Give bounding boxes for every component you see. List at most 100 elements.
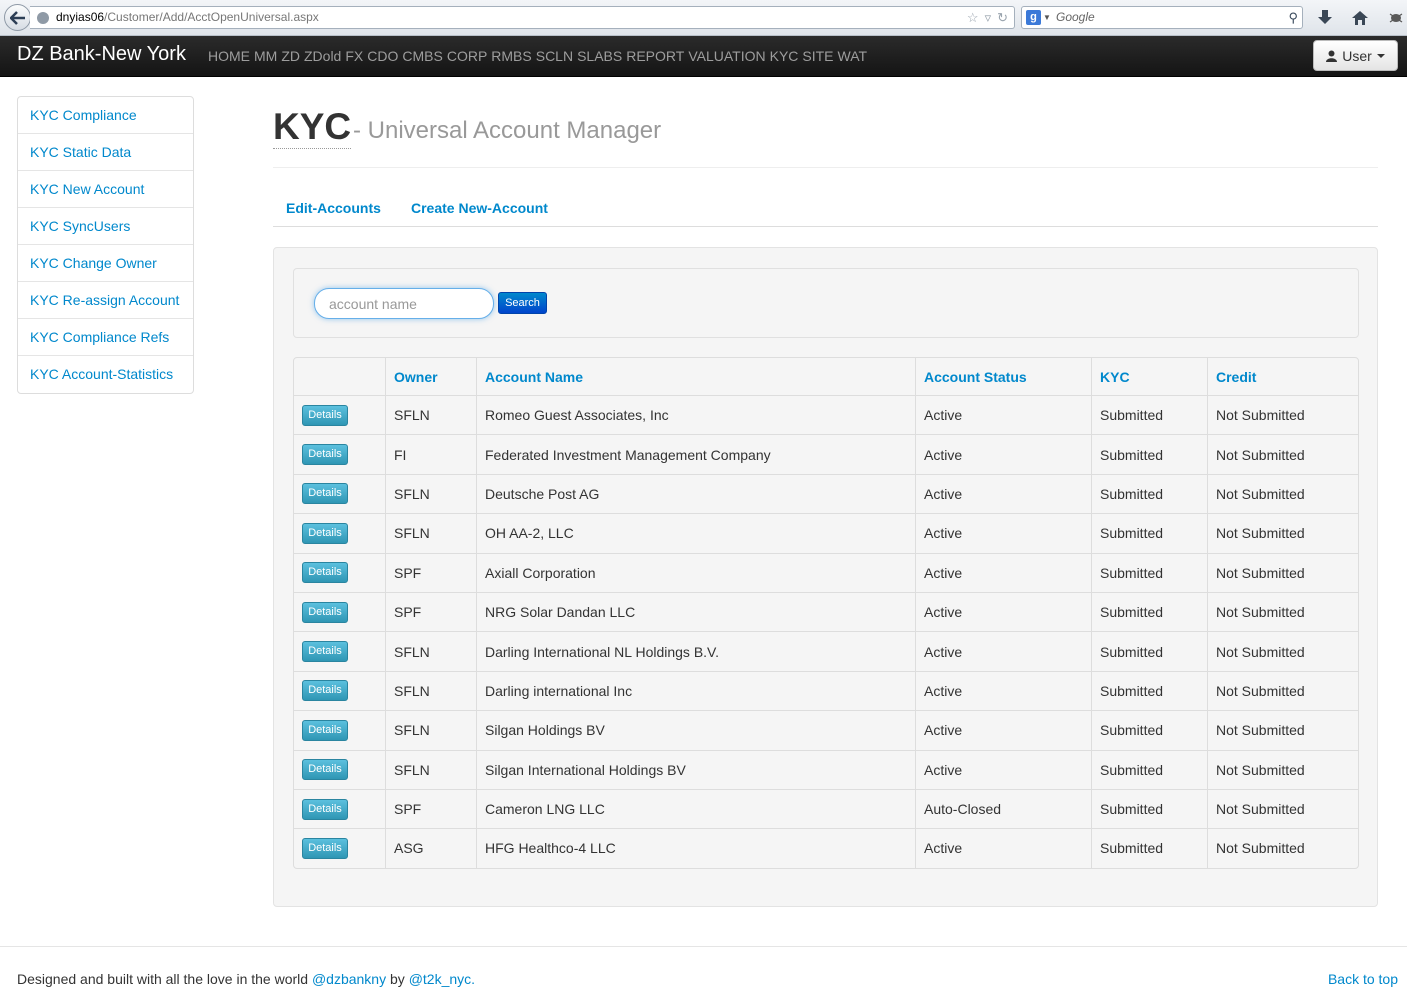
table-row: Details SPF Cameron LNG LLC Auto-Closed Subm… bbox=[294, 788, 1358, 829]
details-button[interactable]: Details bbox=[302, 562, 348, 584]
credit-status-cell: Not Submitted bbox=[1207, 473, 1358, 514]
details-button[interactable]: Details bbox=[302, 444, 348, 466]
nav-link-site[interactable]: SITE bbox=[802, 48, 833, 64]
nav-link-zdold[interactable]: ZDold bbox=[304, 48, 341, 64]
column-header-account-status[interactable]: Account Status bbox=[915, 358, 1091, 395]
details-button[interactable]: Details bbox=[302, 759, 348, 781]
kyc-status-cell: Submitted bbox=[1091, 749, 1207, 789]
brand-title[interactable]: DZ Bank-New York bbox=[17, 43, 186, 66]
sidebar-item-kyc-change-owner[interactable]: KYC Change Owner bbox=[18, 245, 193, 282]
account-name-cell: OH AA-2, LLC bbox=[476, 513, 915, 553]
nav-link-home[interactable]: HOME bbox=[208, 48, 250, 64]
back-arrow-icon[interactable] bbox=[4, 4, 31, 31]
nav-link-corp[interactable]: CORP bbox=[447, 48, 487, 64]
kyc-status-cell: Submitted bbox=[1091, 788, 1207, 829]
reload-icon[interactable]: ↻ bbox=[997, 7, 1008, 28]
accounts-table: Owner Account Name Account Status KYC Cr… bbox=[293, 357, 1359, 869]
browser-search-placeholder: Google bbox=[1056, 10, 1095, 24]
kyc-status-cell: Submitted bbox=[1091, 434, 1207, 474]
nav-link-kyc[interactable]: KYC bbox=[770, 48, 799, 64]
addon-bug-icon[interactable] bbox=[1385, 7, 1407, 29]
account-status-cell: Active bbox=[915, 473, 1091, 514]
home-icon[interactable] bbox=[1349, 7, 1371, 29]
tab-edit-accounts[interactable]: Edit-Accounts bbox=[286, 200, 381, 216]
sidebar-item-kyc-compliance[interactable]: KYC Compliance bbox=[18, 97, 193, 134]
details-button[interactable]: Details bbox=[302, 680, 348, 702]
details-button[interactable]: Details bbox=[302, 404, 348, 426]
details-cell: Details bbox=[294, 631, 385, 670]
column-header-owner[interactable]: Owner bbox=[385, 358, 476, 395]
credit-status-cell: Not Submitted bbox=[1207, 749, 1358, 789]
sidebar-item-kyc-reassign-account[interactable]: KYC Re-assign Account bbox=[18, 282, 193, 319]
table-row: Details SFLN Silgan International Holdings… bbox=[294, 749, 1358, 789]
google-icon[interactable]: g bbox=[1026, 10, 1041, 25]
footer-link-dzbankny[interactable]: @dzbankny bbox=[312, 971, 386, 987]
credit-status-cell: Not Submitted bbox=[1207, 591, 1358, 632]
owner-cell: SFLN bbox=[385, 513, 476, 553]
sidebar-item-kyc-account-statistics[interactable]: KYC Account-Statistics bbox=[18, 356, 193, 393]
sidebar-item-kyc-new-account[interactable]: KYC New Account bbox=[18, 171, 193, 208]
owner-cell: SPF bbox=[385, 591, 476, 632]
nav-link-wat[interactable]: WAT bbox=[838, 48, 868, 64]
account-name-search-input[interactable] bbox=[314, 288, 494, 319]
nav-link-cdo[interactable]: CDO bbox=[367, 48, 398, 64]
user-menu-label: User bbox=[1342, 47, 1372, 64]
sidebar-nav: KYC Compliance KYC Static Data KYC New A… bbox=[17, 96, 194, 394]
sidebar-item-kyc-syncusers[interactable]: KYC SyncUsers bbox=[18, 208, 193, 245]
details-button[interactable]: Details bbox=[302, 522, 348, 544]
account-name-cell: NRG Solar Dandan LLC bbox=[476, 591, 915, 632]
column-header-account-name[interactable]: Account Name bbox=[476, 358, 915, 395]
account-status-cell: Active bbox=[915, 828, 1091, 868]
account-status-cell: Active bbox=[915, 395, 1091, 435]
kyc-status-cell: Submitted bbox=[1091, 710, 1207, 750]
account-status-cell: Active bbox=[915, 670, 1091, 711]
details-button[interactable]: Details bbox=[302, 837, 348, 859]
details-button[interactable]: Details bbox=[302, 719, 348, 741]
credit-status-cell: Not Submitted bbox=[1207, 828, 1358, 868]
nav-link-cmbs[interactable]: CMBS bbox=[402, 48, 442, 64]
account-status-cell: Active bbox=[915, 591, 1091, 632]
page-header: KYC - Universal Account Manager bbox=[273, 100, 1378, 168]
details-button[interactable]: Details bbox=[302, 798, 348, 820]
download-icon[interactable] bbox=[1314, 7, 1336, 29]
account-status-cell: Active bbox=[915, 749, 1091, 789]
owner-cell: SPF bbox=[385, 788, 476, 829]
sidebar-item-kyc-static-data[interactable]: KYC Static Data bbox=[18, 134, 193, 171]
search-button[interactable]: Search bbox=[498, 292, 547, 314]
table-row: Details SFLN OH AA-2, LLC Active Submitted No… bbox=[294, 513, 1358, 553]
details-button[interactable]: Details bbox=[302, 641, 348, 663]
chevron-down-icon[interactable]: ▼ bbox=[1043, 7, 1051, 28]
owner-cell: SFLN bbox=[385, 473, 476, 514]
sidebar-item-kyc-compliance-refs[interactable]: KYC Compliance Refs bbox=[18, 319, 193, 356]
bookmark-star-icon[interactable]: ☆ bbox=[967, 7, 979, 28]
details-button[interactable]: Details bbox=[302, 483, 348, 505]
details-cell: Details bbox=[294, 828, 385, 867]
top-navbar: DZ Bank-New York HOME MM ZD ZDold FX CDO… bbox=[0, 36, 1407, 77]
nav-link-scln[interactable]: SCLN bbox=[536, 48, 573, 64]
browser-search-bar[interactable]: g ▼ Google ⚲ bbox=[1021, 6, 1303, 29]
details-cell: Details bbox=[294, 552, 385, 592]
back-to-top-link[interactable]: Back to top bbox=[1328, 971, 1398, 987]
dropdown-arrow-icon[interactable]: ▿ bbox=[985, 7, 992, 28]
kyc-status-cell: Submitted bbox=[1091, 670, 1207, 711]
table-row: Details SPF Axiall Corporation Active Submit… bbox=[294, 552, 1358, 592]
table-row: Details SFLN Darling International NL Hold… bbox=[294, 631, 1358, 671]
nav-link-rmbs[interactable]: RMBS bbox=[491, 48, 531, 64]
nav-link-fx[interactable]: FX bbox=[345, 48, 363, 64]
column-header-credit[interactable]: Credit bbox=[1207, 358, 1358, 395]
search-icon[interactable]: ⚲ bbox=[1288, 7, 1298, 28]
nav-link-report[interactable]: REPORT bbox=[626, 48, 684, 64]
footer-link-t2k-nyc[interactable]: @t2k_nyc. bbox=[409, 971, 475, 987]
footer: Designed and built with all the love in … bbox=[0, 946, 1407, 993]
nav-link-slabs[interactable]: SLABS bbox=[577, 48, 622, 64]
address-bar[interactable]: dnyias06/Customer/Add/AcctOpenUniversal.… bbox=[30, 6, 1015, 29]
user-menu-button[interactable]: User bbox=[1313, 40, 1398, 71]
nav-link-valuation[interactable]: VALUATION bbox=[688, 48, 765, 64]
account-tabs: Edit-Accounts Create New-Account bbox=[273, 189, 1378, 227]
nav-link-mm[interactable]: MM bbox=[254, 48, 277, 64]
account-status-cell: Active bbox=[915, 513, 1091, 553]
column-header-kyc[interactable]: KYC bbox=[1091, 358, 1207, 395]
nav-link-zd[interactable]: ZD bbox=[281, 48, 300, 64]
tab-create-new-account[interactable]: Create New-Account bbox=[411, 200, 548, 216]
details-button[interactable]: Details bbox=[302, 601, 348, 623]
